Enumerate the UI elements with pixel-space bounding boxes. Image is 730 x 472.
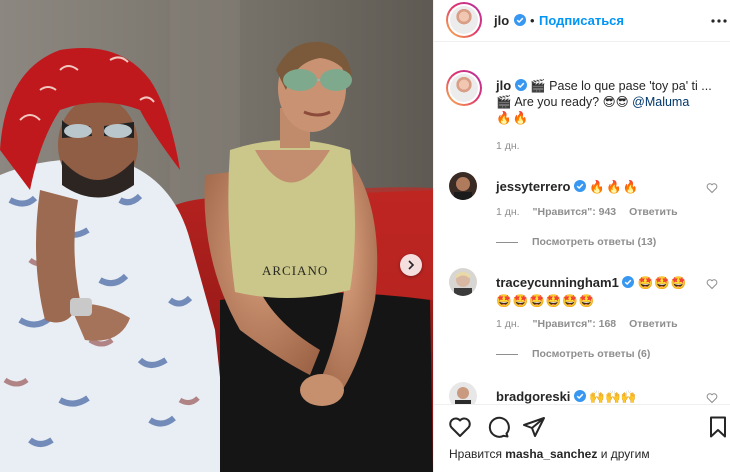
commenter-avatar[interactable] (449, 268, 477, 296)
comment-icon[interactable] (486, 415, 510, 439)
next-photo-button[interactable] (400, 254, 422, 276)
liked-prefix: Нравится (449, 447, 502, 461)
verified-badge-icon (514, 79, 527, 91)
caption-avatar[interactable] (446, 70, 482, 106)
comment-username[interactable]: bradgoreski (496, 389, 570, 404)
liked-by-text: Нравится masha_sanchez и другим (449, 447, 650, 461)
post-image: ARCIANO (0, 0, 433, 472)
liked-suffix[interactable]: и другим (601, 447, 650, 461)
follow-button[interactable]: Подписаться (539, 13, 624, 28)
separator-dot: • (530, 13, 535, 28)
comment-body: 🔥🔥🔥 (589, 180, 640, 194)
view-replies-link[interactable]: Посмотреть ответы (6) (496, 348, 650, 360)
reply-button[interactable]: Ответить (629, 206, 678, 218)
comment-like-count[interactable]: "Нравится": 168 (533, 318, 617, 330)
caption-line-3: 🔥🔥 (496, 111, 530, 125)
comment-body: 🙌🙌🙌 (589, 390, 637, 404)
heart-icon[interactable] (448, 415, 472, 439)
author-avatar[interactable] (446, 2, 482, 38)
share-icon[interactable] (522, 415, 546, 439)
post-side-panel: jlo • Подписаться jlo 🎬 Pase lo que pase… (433, 0, 730, 472)
bookmark-icon[interactable] (706, 415, 730, 439)
author-username[interactable]: jlo (494, 13, 509, 28)
svg-text:ARCIANO: ARCIANO (262, 263, 328, 278)
comment-heart-icon[interactable] (706, 278, 718, 290)
reply-button[interactable]: Ответить (629, 318, 678, 330)
verified-badge-icon (622, 276, 635, 288)
post-header: jlo • Подписаться (434, 0, 730, 42)
comment-username[interactable]: jessyterrero (496, 179, 570, 194)
post-actions-bar: Нравится masha_sanchez и другим (434, 404, 730, 472)
comment-heart-icon[interactable] (706, 182, 718, 194)
comment-like-count[interactable]: "Нравится": 943 (533, 206, 617, 218)
next-photo-icon (408, 260, 415, 270)
caption-mention-link[interactable]: @Maluma (632, 95, 689, 109)
comment-text: traceycunningham1 🤩🤩🤩 🤩🤩🤩🤩🤩🤩 (496, 274, 706, 310)
comment-username[interactable]: traceycunningham1 (496, 275, 619, 290)
caption-text: jlo 🎬 Pase lo que pase 'toy pa' ti ... 🎬… (496, 78, 724, 126)
caption-username[interactable]: jlo (496, 78, 511, 93)
caption-timestamp: 1 дн. (496, 140, 520, 152)
commenter-avatar[interactable] (449, 172, 477, 200)
verified-badge-icon (573, 180, 586, 192)
comment-meta: 1 дн. "Нравится": 168 Ответить (496, 318, 688, 330)
view-replies-link[interactable]: Посмотреть ответы (13) (496, 236, 656, 248)
more-options-icon[interactable] (710, 12, 728, 30)
verified-badge-icon (514, 14, 526, 26)
comment-timestamp: 1 дн. (496, 206, 520, 218)
verified-badge-icon (573, 390, 586, 402)
caption-line-2: 🎬 Are you ready? 😎😎 (496, 95, 629, 109)
comment-timestamp: 1 дн. (496, 318, 520, 330)
comment-heart-icon[interactable] (706, 392, 718, 404)
comment-text: jessyterrero 🔥🔥🔥 (496, 178, 706, 196)
post-photo[interactable]: ARCIANO (0, 0, 433, 472)
caption-line-1: 🎬 Pase lo que pase 'toy pa' ti ... (530, 79, 712, 93)
liked-by-user-link[interactable]: masha_sanchez (505, 447, 597, 461)
comment-meta: 1 дн. "Нравится": 943 Ответить (496, 206, 688, 218)
